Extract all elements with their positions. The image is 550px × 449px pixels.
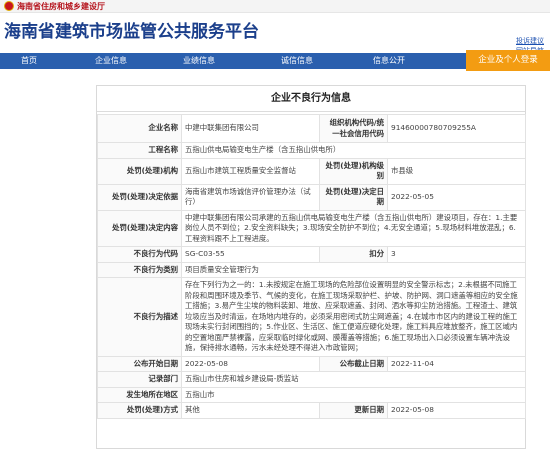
- decision-content: 中建中联集团有限公司承建的五指山供电局输变电生产楼（含五指山供电所）建设项目，存…: [181, 209, 526, 247]
- site-header: 海南省建筑市场监管公共服务平台 投诉建议 网站导航: [0, 13, 550, 55]
- field-label: 不良行为代码: [97, 246, 182, 263]
- behavior-code: SG-C03-55: [181, 246, 320, 263]
- deducted-points: 3: [387, 246, 526, 263]
- feedback-link[interactable]: 投诉建议: [516, 36, 544, 46]
- table-row: 发生地所在地区 五指山市: [97, 386, 526, 403]
- field-label: 处罚(处理)决定日期: [319, 183, 388, 211]
- table-row: 处罚(处理)决定依据 海南省建筑市场诚信评价管理办法（试行） 处罚(处理)决定日…: [97, 183, 526, 211]
- field-label: 处罚(处理)决定内容: [97, 209, 182, 247]
- nav-enterprise[interactable]: 企业信息: [82, 53, 140, 69]
- location: 五指山市: [181, 386, 526, 403]
- info-table: 企业名称 中建中联集团有限公司 组织机构代码/统一社会信用代码 91460000…: [97, 114, 526, 419]
- behavior-category: 项目质量安全管理行为: [181, 261, 526, 278]
- field-label: 更新日期: [319, 402, 388, 419]
- site-title: 海南省建筑市场监管公共服务平台: [4, 22, 259, 42]
- field-label: 工程名称: [97, 142, 182, 159]
- table-row: 记录部门 五指山市住房和城乡建设局-质监站: [97, 371, 526, 388]
- field-label: 处罚(处理)决定依据: [97, 183, 182, 211]
- field-label: 公布开始日期: [97, 355, 182, 372]
- table-row: 企业名称 中建中联集团有限公司 组织机构代码/统一社会信用代码 91460000…: [97, 114, 526, 143]
- field-label: 不良行为描述: [97, 277, 182, 357]
- table-row: 不良行为描述 存在下列行为之一的：1.未按规定在施工现场的危险部位设置明显的安全…: [97, 277, 526, 357]
- field-label: 公布截止日期: [319, 355, 388, 372]
- department-name: 海南省住房和城乡建设厅: [17, 2, 105, 11]
- field-label: 处罚(处理)机构: [97, 157, 182, 185]
- login-button[interactable]: 企业及个人登录: [466, 50, 550, 71]
- decision-basis: 海南省建筑市场诚信评价管理办法（试行）: [181, 183, 320, 211]
- nav-credit[interactable]: 诚信信息: [268, 53, 326, 69]
- publish-end-date: 2022-11-04: [387, 355, 526, 372]
- project-name: 五指山供电局输变电生产楼（含五指山供电所）: [181, 142, 526, 159]
- field-label: 组织机构代码/统一社会信用代码: [319, 114, 388, 143]
- table-row: 处罚(处理)方式 其他 更新日期 2022-05-08: [97, 402, 526, 419]
- top-bar: 海南省住房和城乡建设厅: [0, 0, 550, 13]
- behavior-description: 存在下列行为之一的：1.未按规定在施工现场的危险部位设置明显的安全警示标志；2.…: [181, 277, 526, 357]
- table-row: 工程名称 五指山供电局输变电生产楼（含五指山供电所）: [97, 142, 526, 159]
- field-label: 记录部门: [97, 371, 182, 388]
- table-row: 不良行为代码 SG-C03-55 扣分 3: [97, 246, 526, 263]
- record-department: 五指山市住房和城乡建设局-质监站: [181, 371, 526, 388]
- field-label: 扣分: [319, 246, 388, 263]
- org-code: 91460000780709255A: [387, 114, 526, 143]
- field-label: 处罚(处理)方式: [97, 402, 182, 419]
- authority-name: 五指山市建筑工程质量安全监督站: [181, 157, 320, 185]
- field-label: 发生地所在地区: [97, 386, 182, 403]
- company-name: 中建中联集团有限公司: [181, 114, 320, 143]
- nav-disclosure[interactable]: 信息公开: [360, 53, 418, 69]
- update-date: 2022-05-08: [387, 402, 526, 419]
- field-label: 不良行为类别: [97, 261, 182, 278]
- nav-home[interactable]: 首页: [0, 53, 58, 69]
- publish-start-date: 2022-05-08: [181, 355, 320, 372]
- decision-date: 2022-05-05: [387, 183, 526, 211]
- authority-level: 市县级: [387, 157, 526, 185]
- field-label: 企业名称: [97, 114, 182, 143]
- nav-performance[interactable]: 业绩信息: [170, 53, 228, 69]
- card-title: 企业不良行为信息: [97, 86, 525, 112]
- table-row: 处罚(处理)决定内容 中建中联集团有限公司承建的五指山供电局输变电生产楼（含五指…: [97, 209, 526, 247]
- detail-card: 企业不良行为信息 企业名称 中建中联集团有限公司 组织机构代码/统一社会信用代码…: [96, 85, 526, 449]
- table-row: 处罚(处理)机构 五指山市建筑工程质量安全监督站 处罚(处理)机构级别 市县级: [97, 157, 526, 185]
- handling-method: 其他: [181, 402, 320, 419]
- emblem-icon: [4, 1, 14, 11]
- field-label: 处罚(处理)机构级别: [319, 157, 388, 185]
- table-row: 不良行为类别 项目质量安全管理行为: [97, 261, 526, 278]
- table-row: 公布开始日期 2022-05-08 公布截止日期 2022-11-04: [97, 355, 526, 372]
